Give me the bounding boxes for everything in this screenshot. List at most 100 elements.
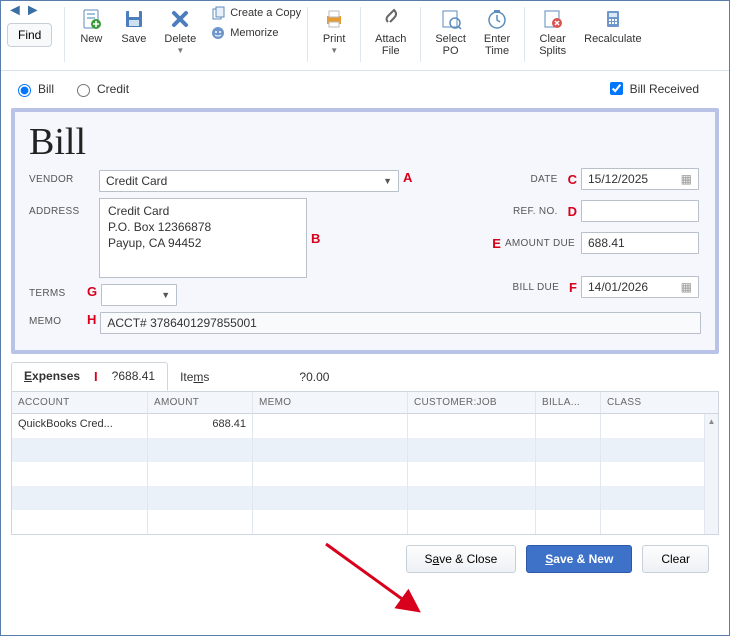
delete-dropdown-icon[interactable]: ▼ xyxy=(176,45,184,57)
nav-back-icon[interactable]: ◄ xyxy=(7,5,23,17)
marker-f: F xyxy=(569,280,577,295)
memorize-button[interactable]: Memorize xyxy=(210,25,278,41)
tab-items[interactable]: Items ?0.00 xyxy=(168,364,341,390)
chevron-down-icon: ▼ xyxy=(161,290,170,300)
action-buttons: Save & Close Save & New Clear xyxy=(1,535,729,583)
delete-icon xyxy=(168,7,192,31)
tab-expenses-amount: ?688.41 xyxy=(112,369,155,384)
marker-h: H xyxy=(87,312,96,327)
save-button[interactable]: Save xyxy=(113,5,154,47)
main-toolbar: ◄ ► Find New Save Delete ▼ xyxy=(1,1,729,71)
marker-g: G xyxy=(87,284,97,299)
vendor-value: Credit Card xyxy=(106,174,167,188)
create-copy-button[interactable]: Create a Copy xyxy=(210,5,301,21)
print-dropdown-icon[interactable]: ▼ xyxy=(330,45,338,57)
new-button[interactable]: New xyxy=(71,5,111,47)
new-icon xyxy=(79,7,103,31)
save-close-button[interactable]: Save & Close xyxy=(406,545,517,573)
clear-button[interactable]: Clear xyxy=(642,545,709,573)
cell-amount[interactable]: 688.41 xyxy=(148,414,253,438)
cell-billable[interactable] xyxy=(536,414,601,438)
recalculate-button[interactable]: Recalculate xyxy=(576,5,649,47)
tab-items-amount: ?0.00 xyxy=(299,370,329,384)
grid-header: ACCOUNT AMOUNT MEMO CUSTOMER:JOB BILLA..… xyxy=(12,392,718,414)
table-row[interactable]: QuickBooks Cred... 688.41 xyxy=(12,414,718,438)
bill-form: Bill VENDOR Credit Card ▼ A ADDRESS Cred… xyxy=(11,108,719,354)
vertical-scrollbar[interactable]: ▲ xyxy=(704,414,718,534)
col-memo[interactable]: MEMO xyxy=(253,392,408,413)
tab-expenses-label: xpenses xyxy=(32,369,80,383)
marker-i: I xyxy=(94,369,98,384)
cell-account[interactable]: QuickBooks Cred... xyxy=(12,414,148,438)
delete-button[interactable]: Delete ▼ xyxy=(156,5,204,59)
col-class[interactable]: CLASS xyxy=(601,392,718,413)
amount-due-field[interactable]: 688.41 xyxy=(581,232,699,254)
date-field[interactable]: 15/12/2025 ▦ xyxy=(581,168,699,190)
tab-expenses[interactable]: Expenses I ?688.41 xyxy=(11,362,168,391)
delete-label: Delete xyxy=(164,33,196,45)
find-button[interactable]: Find xyxy=(7,23,52,47)
amount-due-label: AMOUNT DUE xyxy=(505,238,575,249)
detail-tabs: Expenses I ?688.41 Items ?0.00 xyxy=(1,360,729,391)
cell-customer-job[interactable] xyxy=(408,414,536,438)
calendar-icon[interactable]: ▦ xyxy=(681,280,692,294)
bill-received-checkbox[interactable]: Bill Received xyxy=(606,79,699,98)
enter-time-label: Enter Time xyxy=(484,33,510,57)
cell-class[interactable] xyxy=(601,414,718,438)
marker-d: D xyxy=(568,204,577,219)
cell-memo[interactable] xyxy=(253,414,408,438)
table-row[interactable] xyxy=(12,438,718,462)
bill-radio-input[interactable] xyxy=(18,84,31,97)
nav-forward-icon[interactable]: ► xyxy=(25,5,41,17)
credit-radio[interactable]: Credit xyxy=(72,81,129,97)
marker-c: C xyxy=(568,172,577,187)
memorize-label: Memorize xyxy=(230,27,278,39)
bill-received-label: Bill Received xyxy=(630,82,699,96)
select-po-icon xyxy=(439,7,463,31)
table-row[interactable] xyxy=(12,510,718,534)
table-row[interactable] xyxy=(12,462,718,486)
bill-due-field[interactable]: 14/01/2026 ▦ xyxy=(581,276,699,298)
marker-a: A xyxy=(403,170,412,185)
grid-body[interactable]: QuickBooks Cred... 688.41 ▲ xyxy=(12,414,718,534)
scroll-up-icon[interactable]: ▲ xyxy=(705,414,718,428)
enter-time-button[interactable]: Enter Time xyxy=(476,5,518,59)
table-row[interactable] xyxy=(12,486,718,510)
calendar-icon[interactable]: ▦ xyxy=(681,172,692,186)
memo-field[interactable]: ACCT# 3786401297855001 xyxy=(100,312,701,334)
bill-due-value: 14/01/2026 xyxy=(588,280,648,294)
terms-dropdown[interactable]: ▼ xyxy=(101,284,177,306)
marker-b: B xyxy=(311,231,320,246)
select-po-label: Select PO xyxy=(435,33,466,57)
date-label: DATE xyxy=(530,174,557,185)
col-amount[interactable]: AMOUNT xyxy=(148,392,253,413)
create-copy-icon xyxy=(210,5,226,21)
col-account[interactable]: ACCOUNT xyxy=(12,392,148,413)
clear-splits-label: Clear Splits xyxy=(539,33,566,57)
print-button[interactable]: Print ▼ xyxy=(314,5,354,59)
bill-received-input[interactable] xyxy=(610,82,623,95)
vendor-dropdown[interactable]: Credit Card ▼ xyxy=(99,170,399,192)
bill-radio-label: Bill xyxy=(38,82,54,96)
attach-file-button[interactable]: Attach File xyxy=(367,5,414,59)
bill-radio[interactable]: Bill xyxy=(13,81,54,97)
clear-splits-button[interactable]: Clear Splits xyxy=(531,5,574,59)
recalculate-icon xyxy=(601,7,625,31)
page-title: Bill xyxy=(29,120,701,164)
marker-e: E xyxy=(492,236,501,251)
credit-radio-input[interactable] xyxy=(77,84,90,97)
expenses-grid: ACCOUNT AMOUNT MEMO CUSTOMER:JOB BILLA..… xyxy=(11,391,719,535)
col-billable[interactable]: BILLA... xyxy=(536,392,601,413)
address-field[interactable]: Credit Card P.O. Box 12366878 Payup, CA … xyxy=(99,198,307,278)
select-po-button[interactable]: Select PO xyxy=(427,5,474,59)
ref-no-field[interactable] xyxy=(581,200,699,222)
transaction-type-bar: Bill Credit Bill Received xyxy=(1,71,729,106)
bill-right-column: DATE C 15/12/2025 ▦ REF. NO. D E AMOUNT … xyxy=(429,168,699,308)
clear-splits-icon xyxy=(541,7,565,31)
new-label: New xyxy=(80,33,102,45)
col-customer-job[interactable]: CUSTOMER:JOB xyxy=(408,392,536,413)
vendor-label: VENDOR xyxy=(29,170,99,185)
save-new-button[interactable]: Save & New xyxy=(526,545,632,573)
memorize-icon xyxy=(210,25,226,41)
bill-due-label: BILL DUE xyxy=(513,282,560,293)
